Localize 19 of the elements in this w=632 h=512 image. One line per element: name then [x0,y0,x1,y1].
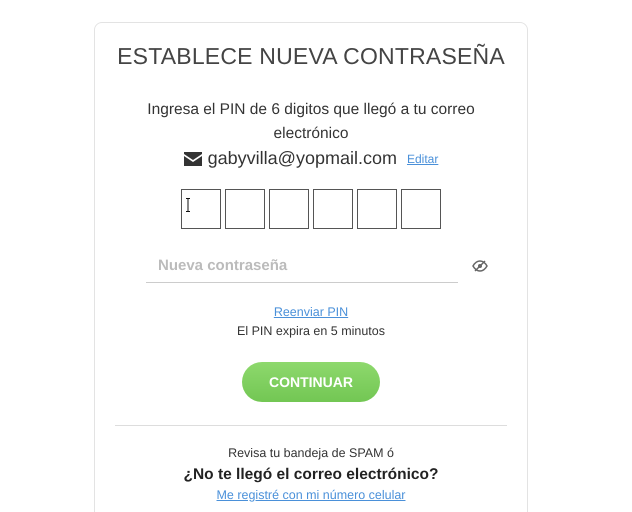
page-title: ESTABLECE NUEVA CONTRASEÑA [117,43,505,70]
pin-digit-field[interactable] [269,189,309,229]
instructions-text: Ingresa el PIN de 6 digitos que llegó a tu correo electrónico [146,100,476,144]
continue-button[interactable]: CONTINUAR [242,362,380,402]
resend-pin-link[interactable]: Reenviar PIN [274,305,348,319]
envelope-icon [184,152,202,166]
phone-signup-link[interactable]: Me registré con mi número celular [216,488,406,502]
pin-digit-field[interactable] [313,189,353,229]
pin-digit-field[interactable] [401,189,441,229]
pin-digit-field[interactable] [357,189,397,229]
pin-digit-field[interactable] [181,189,221,229]
expiry-note: El PIN expira en 5 minutos [237,324,385,338]
edit-link[interactable]: Editar [406,152,438,166]
email-address: gabyvilla@yopmail.com [208,148,397,169]
text-cursor-icon [185,198,191,212]
pin-digit-field[interactable] [225,189,265,229]
question-text: ¿No te llegó el correo electrónico? [184,466,438,484]
eye-slash-icon[interactable] [472,260,488,272]
spam-note: Revisa tu bandeja de SPAM ó [228,446,394,460]
